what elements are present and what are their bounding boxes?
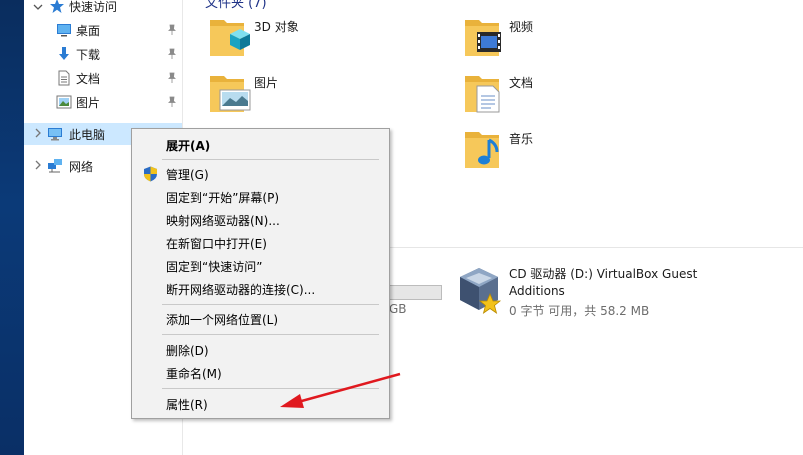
nav-item-documents[interactable]: 文档 — [24, 67, 182, 89]
menu-separator — [162, 304, 379, 305]
menu-item-add-network-location[interactable]: 添加一个网络位置(L) — [132, 308, 389, 330]
menu-item-label: 映射网络驱动器(N)... — [166, 214, 280, 228]
folder-tile-pictures[interactable]: 图片 — [208, 68, 448, 118]
nav-item-label: 此电脑 — [69, 128, 106, 142]
menu-item-label: 属性(R) — [166, 398, 208, 412]
annotation-arrow-icon — [280, 372, 401, 408]
nav-quick-access-label: 快速访问 — [69, 0, 118, 14]
nav-item-downloads[interactable]: 下载 — [24, 43, 182, 65]
menu-separator — [162, 334, 379, 335]
drive-free-space: 0 字节 可用，共 58.2 MB — [509, 304, 650, 318]
drive-title[interactable]: CD 驱动器 (D:) VirtualBox Guest Additions — [509, 266, 729, 300]
drive-size-text: GB — [389, 302, 407, 316]
folder-label: 图片 — [254, 76, 279, 90]
folder-label: 视频 — [509, 20, 534, 34]
desktop-background — [0, 0, 24, 455]
pin-icon[interactable] — [166, 24, 178, 36]
menu-item-pin-quick-access[interactable]: 固定到“快速访问” — [132, 255, 389, 277]
folder-label: 文档 — [509, 76, 534, 90]
menu-item-label: 重命名(M) — [166, 367, 222, 381]
videos-folder-icon — [465, 20, 501, 56]
menu-item-label: 管理(G) — [166, 168, 209, 182]
section-header-folders[interactable]: 文件夹 (7) — [205, 0, 267, 11]
pictures-folder-icon — [210, 76, 251, 112]
menu-item-label: 断开网络驱动器的连接(C)... — [166, 283, 316, 297]
virtualbox-cd-drive-icon[interactable] — [456, 266, 502, 318]
menu-item-label: 在新窗口中打开(E) — [166, 237, 267, 251]
folder-tile-videos[interactable]: 视频 — [463, 12, 703, 62]
menu-item-label: 固定到“快速访问” — [166, 260, 263, 274]
menu-item-disconnect-network-drive[interactable]: 断开网络驱动器的连接(C)... — [132, 278, 389, 300]
nav-item-label: 下载 — [76, 48, 101, 62]
network-icon — [48, 159, 62, 173]
menu-item-label: 展开(A) — [166, 139, 211, 153]
pin-icon[interactable] — [166, 72, 178, 84]
folder-tile-3d-objects[interactable]: 3D 对象 — [208, 12, 448, 62]
nav-quick-access[interactable]: 快速访问 — [24, 0, 182, 17]
folder-label: 音乐 — [509, 132, 534, 146]
drive-usage-bar — [389, 285, 442, 300]
chevron-right-icon[interactable] — [32, 127, 44, 139]
nav-item-label: 桌面 — [76, 24, 101, 38]
desktop-icon — [57, 24, 71, 37]
documents-folder-icon — [465, 76, 500, 113]
nav-item-desktop[interactable]: 桌面 — [24, 19, 182, 41]
menu-item-expand[interactable]: 展开(A) — [132, 134, 389, 156]
menu-item-manage[interactable]: 管理(G) — [132, 163, 389, 185]
nav-item-label: 图片 — [76, 96, 101, 110]
nav-item-pictures[interactable]: 图片 — [24, 91, 182, 113]
documents-icon — [58, 70, 70, 86]
uac-shield-icon — [144, 166, 157, 182]
nav-item-label: 网络 — [69, 160, 94, 174]
menu-item-open-new-window[interactable]: 在新窗口中打开(E) — [132, 232, 389, 254]
menu-separator — [162, 159, 379, 160]
chevron-right-icon[interactable] — [32, 159, 44, 171]
folder-tile-music[interactable]: 音乐 — [463, 124, 703, 174]
folder-tile-documents[interactable]: 文档 — [463, 68, 703, 118]
pin-icon[interactable] — [166, 48, 178, 60]
computer-icon — [48, 128, 62, 141]
menu-item-label: 添加一个网络位置(L) — [166, 313, 279, 327]
music-folder-icon — [465, 132, 499, 168]
menu-item-map-network-drive[interactable]: 映射网络驱动器(N)... — [132, 209, 389, 231]
menu-item-label: 删除(D) — [166, 344, 209, 358]
folder-label: 3D 对象 — [254, 20, 299, 34]
chevron-down-icon[interactable] — [32, 1, 44, 13]
menu-item-delete[interactable]: 删除(D) — [132, 339, 389, 361]
download-icon — [59, 47, 69, 60]
3d-objects-folder-icon — [210, 20, 250, 56]
star-icon — [50, 0, 64, 13]
menu-item-label: 固定到“开始”屏幕(P) — [166, 191, 280, 205]
pin-icon[interactable] — [166, 96, 178, 108]
nav-item-label: 文档 — [76, 72, 101, 86]
pictures-icon — [56, 95, 72, 109]
section-divider — [389, 247, 803, 248]
menu-item-pin-start[interactable]: 固定到“开始”屏幕(P) — [132, 186, 389, 208]
